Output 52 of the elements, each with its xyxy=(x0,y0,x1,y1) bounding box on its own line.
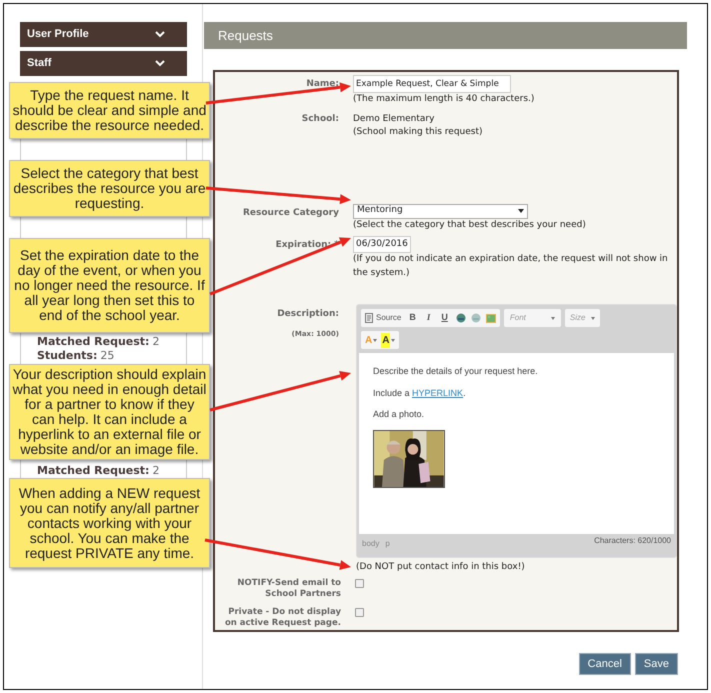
field-label: Resource Category xyxy=(242,206,339,220)
sidebar-menu-button[interactable]: User Profile xyxy=(20,22,187,47)
field-label: Matched Request: xyxy=(37,336,150,348)
callout-note: When adding a NEW request you can notify any/all partner contacts working with your school. You can make the request PRIVATE any time. xyxy=(9,478,210,568)
caret-icon xyxy=(590,316,595,320)
field-label: Matched Request: xyxy=(37,465,150,477)
italic-button[interactable]: I xyxy=(424,311,434,325)
field-hint: (Select the category that best describes your need) xyxy=(353,218,586,232)
field-value: 25 xyxy=(100,350,114,362)
field-label: Students: xyxy=(37,350,98,362)
field-label: Name: xyxy=(305,78,339,91)
field-hint: (The maximum length is 40 characters.) xyxy=(353,93,534,106)
caret-icon xyxy=(373,338,378,342)
field-hint: (If you do not indicate an expiration date, the request will not show in the system.) xyxy=(353,253,669,280)
image-icon[interactable] xyxy=(486,314,496,322)
callout-note: Your description should explain what you need in enough detail for a partner to know if they can help. It can include a hyperlink to an external file or website and/or an image file. xyxy=(9,364,210,460)
bold-button[interactable]: B xyxy=(406,311,419,325)
school-value: Demo Elementary xyxy=(353,112,436,126)
underline-button[interactable]: U xyxy=(438,311,451,325)
callout-note: Select the category that best describes the resource you are requesting. xyxy=(9,160,210,217)
editor-paragraph: Include a HYPERLINK. xyxy=(373,386,467,400)
page-header: Requests xyxy=(204,22,687,49)
checkbox[interactable] xyxy=(355,608,364,616)
field-label: NOTIFY-Send email to School Partners xyxy=(236,578,341,600)
cancel-button[interactable]: Cancel xyxy=(578,653,631,675)
field-value: 2 xyxy=(152,465,160,477)
editor-paragraph: Add a photo. xyxy=(373,408,426,421)
field-hint: (School making this request) xyxy=(353,126,483,139)
callout-note: Type the request name. It should be clear and simple and describe the resource needed. xyxy=(9,82,210,139)
hyperlink[interactable]: HYPERLINK xyxy=(412,388,464,398)
field-hint: (Do NOT put contact info in this box!) xyxy=(356,561,526,574)
chevron-down-icon xyxy=(155,31,165,38)
checkbox[interactable] xyxy=(355,578,364,588)
editor-paragraph: Describe the details of your request here. xyxy=(373,365,539,378)
name-input[interactable]: Example Request, Clear & Simple xyxy=(353,75,511,93)
field-label: Description: xyxy=(277,308,339,321)
sidebar-menu-button[interactable]: Staff xyxy=(20,51,187,76)
callout-note: Set the expiration date to the day of the event, or when you no longer need the resource. If all year long then set this to end of the school year. xyxy=(9,238,210,333)
expiration-input[interactable]: 06/30/2016 xyxy=(353,236,411,253)
source-button[interactable]: Source xyxy=(365,312,402,324)
field-label: Private - Do not display on active Request page. xyxy=(224,606,341,628)
dropdown-arrow-icon xyxy=(518,209,524,213)
document-icon xyxy=(365,313,373,323)
caret-icon xyxy=(550,316,555,320)
caret-icon xyxy=(391,338,396,342)
field-label: School: xyxy=(300,112,339,126)
editor-content[interactable]: Describe the details of your request here. Include a HYPERLINK. Add a photo. xyxy=(359,353,674,534)
category-select[interactable]: Mentoring xyxy=(353,204,528,218)
character-counter: Characters: 620/1000 xyxy=(594,535,671,547)
field-value: 2 xyxy=(152,336,160,348)
save-button[interactable]: Save xyxy=(634,653,678,675)
chevron-down-icon xyxy=(155,60,165,67)
